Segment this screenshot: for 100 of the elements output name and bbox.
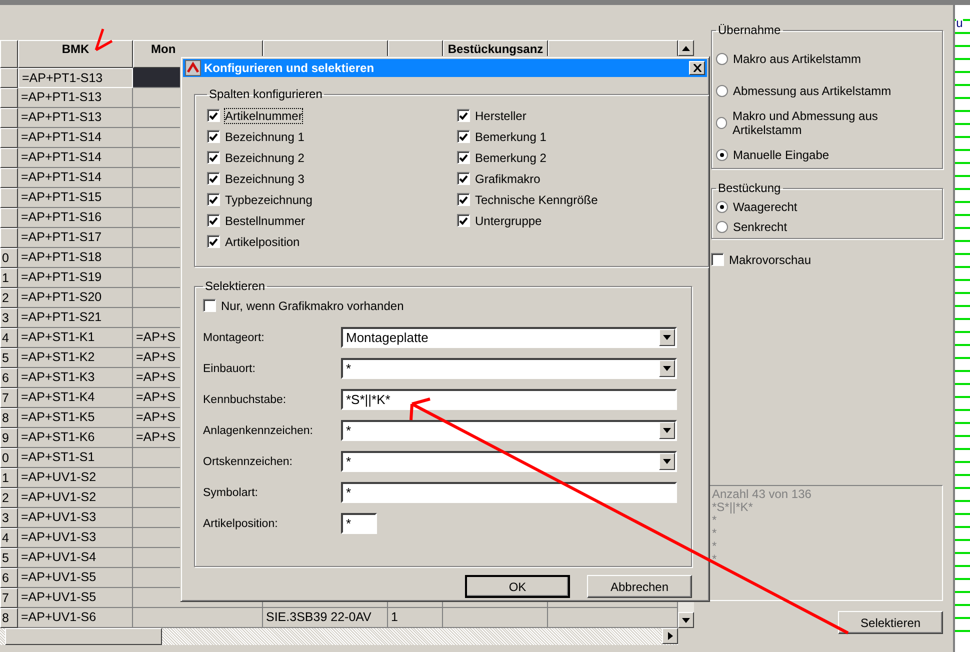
group-title: Selektieren — [204, 279, 266, 293]
table-cell: =AP+PT1-S13 — [18, 108, 133, 128]
dropdown-field[interactable]: * — [341, 451, 677, 472]
table-cell: =AP+ST1-K5 — [18, 408, 133, 428]
row-header: 1 — [0, 268, 18, 288]
table-cell: =AP+UV1-S5 — [18, 588, 133, 608]
radio-label[interactable]: Abmessung aus Artikelstamm — [733, 84, 892, 98]
radio-button[interactable] — [716, 53, 728, 65]
row-header: 6 — [0, 568, 18, 588]
checkbox[interactable] — [207, 172, 220, 185]
dropdown-field[interactable]: * — [341, 420, 677, 441]
field-label: Artikelposition: — [203, 518, 279, 530]
checkbox[interactable] — [711, 253, 724, 266]
checkbox[interactable] — [457, 130, 470, 143]
scroll-down-icon[interactable] — [678, 612, 694, 628]
row-header: 5 — [0, 348, 18, 368]
checkbox-label[interactable]: Hersteller — [475, 108, 526, 122]
checkbox[interactable] — [457, 109, 470, 122]
scroll-up-icon[interactable] — [678, 40, 694, 56]
table-cell: =AP+UV1-S2 — [18, 468, 133, 488]
radio-label[interactable]: Makro aus Artikelstamm — [733, 52, 862, 66]
table-cell: =AP+PT1-S14 — [18, 148, 133, 168]
table-cell: =AP+ST1-K2 — [18, 348, 133, 368]
select-button[interactable]: Selektieren — [838, 611, 944, 634]
checkbox[interactable] — [207, 130, 220, 143]
checkbox[interactable] — [457, 151, 470, 164]
radio-button[interactable] — [716, 117, 728, 129]
checkbox[interactable] — [207, 235, 220, 248]
info-text: Anzahl 43 von 136 — [712, 488, 812, 501]
checkbox[interactable] — [457, 214, 470, 227]
checkbox-label[interactable]: Bezeichnung 2 — [225, 150, 304, 164]
row-header: 4 — [0, 528, 18, 548]
app-icon — [185, 60, 201, 76]
input-field[interactable]: *S*||*K* — [341, 389, 677, 410]
checkbox[interactable] — [207, 109, 220, 122]
radio-button[interactable] — [716, 149, 728, 161]
checkbox-label[interactable]: Bezeichnung 1 — [225, 130, 304, 144]
radio-label[interactable]: Senkrecht — [733, 220, 788, 234]
radio-label[interactable]: Manuelle Eingabe — [733, 148, 830, 162]
checkbox-label[interactable]: Technische Kenngröße — [475, 192, 598, 206]
annotation-arrow — [94, 28, 114, 52]
scroll-thumb[interactable] — [5, 628, 162, 645]
table-cell: =AP+PT1-S16 — [18, 208, 133, 228]
ok-button[interactable]: OK — [465, 575, 570, 598]
row-header: 4 — [0, 328, 18, 348]
checkbox[interactable] — [207, 214, 220, 227]
table-cell: =AP+ST1-K6 — [18, 428, 133, 448]
checkbox-label[interactable]: Artikelnummer — [225, 108, 302, 122]
row-header: 7 — [0, 388, 18, 408]
radio-button[interactable] — [716, 201, 728, 213]
column-header[interactable] — [0, 40, 18, 68]
radio-button[interactable] — [716, 85, 728, 97]
table-cell: =AP+PT1-S19 — [18, 268, 133, 288]
checkbox-label[interactable]: Bezeichnung 3 — [225, 172, 304, 186]
table-cell: =AP+PT1-S14 — [18, 168, 133, 188]
checkbox[interactable] — [207, 151, 220, 164]
checkbox[interactable] — [457, 172, 470, 185]
info-text: * — [712, 553, 718, 566]
group-title: Übernahme — [717, 23, 782, 37]
cancel-button[interactable]: Abbrechen — [587, 575, 692, 598]
dropdown-field[interactable]: Montageplatte — [341, 327, 677, 348]
field-label: Ortskennzeichen: — [203, 456, 294, 468]
checkbox[interactable] — [203, 299, 216, 312]
row-header: 3 — [0, 308, 18, 328]
column-header[interactable]: BMK — [18, 40, 133, 68]
radio-label[interactable]: Makro und Abmessung aus Artikelstamm — [732, 109, 938, 137]
row-header: 0 — [0, 248, 18, 268]
checkbox-label[interactable]: Bemerkung 1 — [475, 130, 546, 144]
checkbox-label[interactable]: Bestellnummer — [225, 214, 306, 228]
close-icon[interactable] — [689, 61, 705, 75]
table-cell: =AP+UV1-S3 — [18, 528, 133, 548]
row-header: 8 — [0, 408, 18, 428]
checkbox-label[interactable]: Artikelposition — [225, 234, 300, 248]
input-field[interactable]: * — [341, 513, 377, 534]
scroll-right-icon[interactable] — [662, 628, 678, 644]
checkbox-label[interactable]: Untergruppe — [475, 214, 542, 228]
info-text: * — [712, 540, 718, 553]
dropdown-field[interactable]: * — [341, 358, 677, 379]
field-label: Symbolart: — [203, 486, 259, 498]
checkbox[interactable] — [457, 193, 470, 206]
table-cell: =AP+PT1-S17 — [18, 228, 133, 248]
row-header: 3 — [0, 508, 18, 528]
input-field[interactable]: * — [341, 482, 677, 503]
checkbox-label[interactable]: Makrovorschau — [729, 252, 812, 266]
radio-label[interactable]: Waagerecht — [733, 200, 798, 214]
radio-button[interactable] — [716, 221, 728, 233]
checkbox-label[interactable]: Nur, wenn Grafikmakro vorhanden — [221, 298, 404, 312]
checkbox-label[interactable]: Bemerkung 2 — [475, 150, 546, 164]
row-header: 1 — [0, 468, 18, 488]
checkbox-label[interactable]: Typbezeichnung — [225, 192, 312, 206]
table-cell: =AP+PT1-S21 — [18, 308, 133, 328]
row-header: 9 — [0, 428, 18, 448]
table-cell: =AP+PT1-S20 — [18, 288, 133, 308]
row-header: 0 — [0, 448, 18, 468]
horizontal-scrollbar[interactable] — [0, 628, 678, 645]
info-text: * — [712, 527, 718, 540]
checkbox[interactable] — [207, 193, 220, 206]
table-cell: =AP+ST1-S1 — [18, 448, 133, 468]
field-label: Montageort: — [203, 332, 266, 344]
checkbox-label[interactable]: Grafikmakro — [475, 172, 540, 186]
